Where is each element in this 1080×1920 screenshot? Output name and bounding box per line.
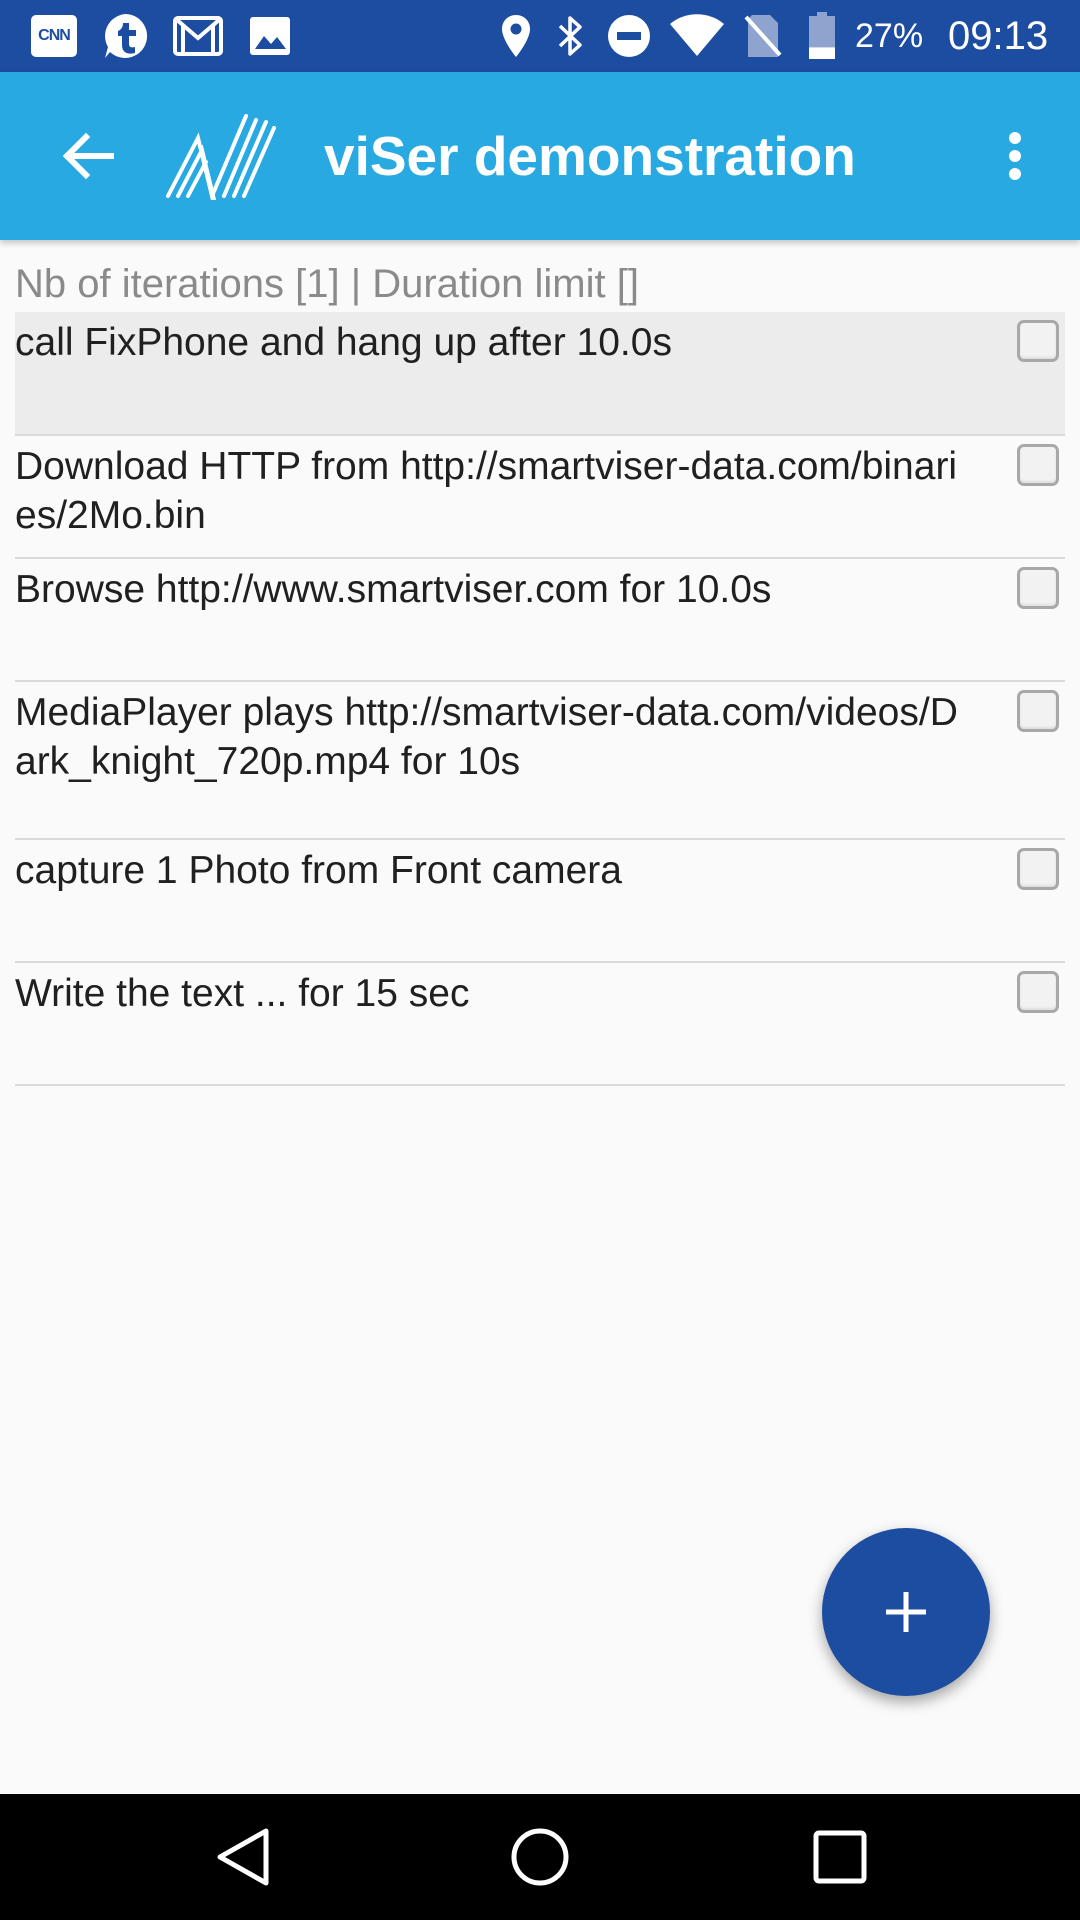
task-checkbox[interactable]	[1017, 848, 1059, 890]
nav-recents-icon	[813, 1830, 867, 1884]
task-text: MediaPlayer plays http://smartviser-data…	[15, 691, 958, 783]
tumblr-icon	[100, 14, 152, 58]
status-time: 09:13	[948, 14, 1049, 58]
task-text: capture 1 Photo from Front camera	[15, 849, 622, 892]
task-list: call FixPhone and hang up after 10.0s Do…	[15, 312, 1065, 1086]
cnn-icon-label: CNN	[38, 27, 71, 44]
add-task-button[interactable]	[822, 1528, 990, 1696]
battery-icon	[806, 12, 838, 59]
nav-home-icon	[511, 1828, 569, 1886]
image-icon	[246, 14, 294, 58]
task-text: Download HTTP from http://smartviser-dat…	[15, 445, 958, 537]
add-icon	[886, 1592, 926, 1632]
task-row[interactable]: Browse http://www.smartviser.com for 10.…	[15, 559, 1065, 682]
gmail-icon	[172, 14, 224, 58]
arrow-back-icon	[62, 133, 114, 179]
task-checkbox[interactable]	[1017, 320, 1059, 362]
status-bar: CNN 27% 09:13	[0, 0, 1080, 72]
navigation-bar	[0, 1794, 1080, 1920]
task-text: call FixPhone and hang up after 10.0s	[15, 321, 672, 364]
app-bar: viSer demonstration	[0, 72, 1080, 240]
app-title: viSer demonstration	[324, 125, 856, 187]
task-checkbox[interactable]	[1017, 971, 1059, 1013]
back-button[interactable]	[44, 112, 132, 200]
task-row[interactable]: Download HTTP from http://smartviser-dat…	[15, 436, 1065, 559]
task-row[interactable]: capture 1 Photo from Front camera	[15, 840, 1065, 963]
scenario-summary: Nb of iterations [1] | Duration limit []	[15, 262, 639, 306]
task-checkbox[interactable]	[1017, 690, 1059, 732]
nav-home-button[interactable]	[500, 1817, 580, 1897]
task-checkbox[interactable]	[1017, 444, 1059, 486]
cnn-icon: CNN	[30, 14, 78, 58]
nav-recents-button[interactable]	[800, 1817, 880, 1897]
task-row[interactable]: Write the text ... for 15 sec	[15, 963, 1065, 1086]
viser-logo-icon	[166, 112, 278, 210]
location-icon	[498, 14, 534, 58]
nav-back-icon	[217, 1828, 269, 1886]
task-checkbox[interactable]	[1017, 567, 1059, 609]
overflow-menu-button[interactable]	[980, 112, 1050, 200]
task-row[interactable]: MediaPlayer plays http://smartviser-data…	[15, 682, 1065, 840]
battery-percentage: 27%	[855, 17, 924, 55]
wifi-icon	[668, 14, 726, 58]
bluetooth-icon	[552, 14, 588, 58]
nav-back-button[interactable]	[202, 1817, 282, 1897]
task-row[interactable]: call FixPhone and hang up after 10.0s	[15, 312, 1065, 436]
no-sim-icon	[742, 14, 784, 58]
more-vert-icon	[1009, 132, 1021, 180]
task-text: Write the text ... for 15 sec	[15, 972, 470, 1015]
do-not-disturb-icon	[606, 14, 652, 58]
task-text: Browse http://www.smartviser.com for 10.…	[15, 568, 772, 611]
